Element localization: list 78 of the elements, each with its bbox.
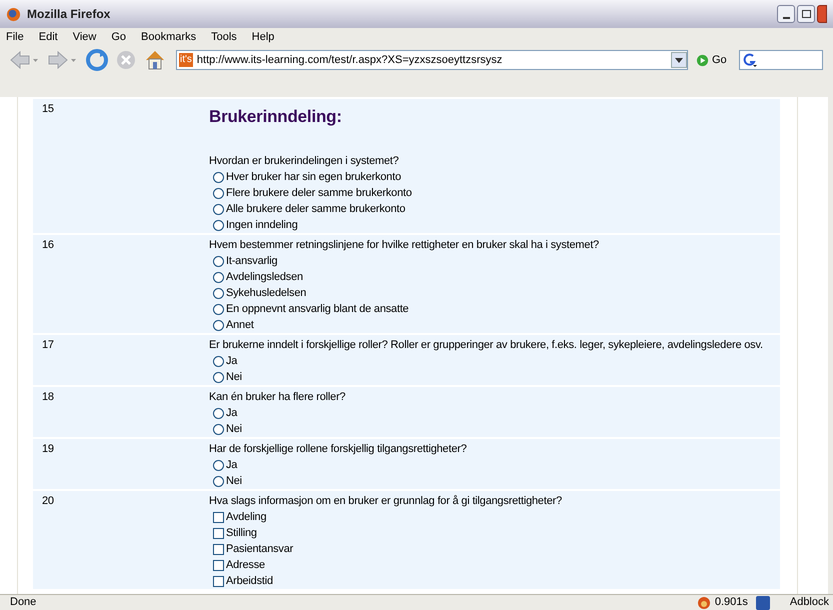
radio-button[interactable]: [213, 288, 224, 298]
radio-button[interactable]: [213, 172, 224, 182]
restore-button[interactable]: [797, 5, 815, 23]
radio-button[interactable]: [213, 256, 224, 266]
option-label[interactable]: Nei: [226, 369, 242, 385]
address-field[interactable]: it's http://www.its-learning.com/test/r.aspx?XS=yzxszsoeyttzsrsysz: [176, 50, 688, 70]
radio-button[interactable]: [213, 272, 224, 282]
option-label[interactable]: En oppnevnt ansvarlig blant de ansatte: [226, 301, 409, 317]
question-text: Hvordan er brukerindelingen i systemet?: [209, 154, 399, 169]
search-field[interactable]: [738, 50, 823, 70]
radio-button[interactable]: [213, 408, 224, 418]
option-label[interactable]: Ja: [226, 353, 238, 369]
option-label[interactable]: Avdeling: [226, 509, 266, 525]
option-label[interactable]: Nei: [226, 421, 242, 437]
radio-button[interactable]: [213, 476, 224, 486]
question-number: 15: [42, 103, 54, 115]
radio-button[interactable]: [213, 304, 224, 314]
extension-label: Adblock: [790, 595, 830, 610]
radio-button[interactable]: [213, 188, 224, 198]
menu-item[interactable]: Go: [111, 28, 126, 46]
radio-button[interactable]: [213, 372, 224, 382]
option-label[interactable]: It-ansvarlig: [226, 253, 278, 269]
load-time: 0.901s: [714, 595, 748, 610]
option-label[interactable]: Adresse: [226, 557, 265, 573]
option-label[interactable]: Flere brukere deler samme brukerkonto: [226, 185, 412, 201]
option-label[interactable]: Pasientansvar: [226, 541, 294, 557]
minimize-button[interactable]: [777, 5, 795, 23]
question-number: 16: [42, 239, 54, 251]
question-number: 17: [42, 339, 54, 351]
option-label[interactable]: Stilling: [226, 525, 257, 541]
radio-button[interactable]: [213, 220, 224, 230]
option-label[interactable]: Alle brukere deler samme brukerkonto: [226, 201, 406, 217]
radio-button[interactable]: [213, 356, 224, 366]
go-button[interactable]: Go: [696, 52, 727, 68]
radio-button[interactable]: [213, 320, 224, 330]
site-icon: it's: [179, 53, 193, 67]
question-text: Kan én bruker ha flere roller?: [209, 390, 346, 405]
radio-button[interactable]: [213, 424, 224, 434]
search-engine-icon: [742, 52, 758, 68]
home-icon[interactable]: [144, 49, 166, 71]
question-number: 18: [42, 391, 54, 403]
option-label[interactable]: Ja: [226, 457, 238, 473]
menu-item[interactable]: Edit: [38, 28, 58, 46]
option-label[interactable]: Ja: [226, 405, 238, 421]
option-label[interactable]: Avdelingsledsen: [226, 269, 303, 285]
radio-button[interactable]: [213, 460, 224, 470]
question-number: 19: [42, 443, 54, 455]
option-label[interactable]: Hver bruker har sin egen brukerkonto: [226, 169, 402, 185]
option-label[interactable]: Ingen inndeling: [226, 217, 298, 233]
menu-item[interactable]: Tools: [211, 28, 237, 46]
checkbox[interactable]: [213, 544, 224, 554]
question-text: Har de forskjellige rollene forskjellig tilgangsrettigheter?: [209, 442, 467, 457]
status-text: Done: [10, 595, 36, 610]
radio-button[interactable]: [213, 204, 224, 214]
section-heading: Brukerinndeling:: [209, 106, 342, 128]
question-text: Hvem bestemmer retningslinjene for hvilke rettigheter en bruker skal ha i systemet?: [209, 238, 599, 253]
checkbox[interactable]: [213, 576, 224, 586]
menu-item[interactable]: File: [6, 28, 24, 46]
question-number: 20: [42, 495, 54, 507]
menu-item[interactable]: View: [72, 28, 96, 46]
question-text: Hva slags informasjon om en bruker er grunnlag for å gi tilgangsrettigheter?: [209, 494, 562, 509]
reload-icon[interactable]: [86, 49, 108, 71]
checkbox[interactable]: [213, 560, 224, 570]
option-label[interactable]: Sykehusledelsen: [226, 285, 306, 301]
menu-item[interactable]: Bookmarks: [141, 28, 196, 46]
question-text: Er brukerne inndelt i forskjellige roller? Roller er grupperinger av brukere, f.eks. leger, sykepleiere, avdelingsledere osv.: [209, 338, 763, 353]
dropdown-button[interactable]: [671, 52, 687, 68]
window-title: Mozilla Firefox: [27, 6, 110, 23]
caret-icon: [675, 58, 683, 62]
menu-item[interactable]: Help: [252, 28, 274, 46]
checkbox[interactable]: [213, 528, 224, 538]
option-label[interactable]: Annet: [226, 317, 254, 333]
play-icon: [696, 54, 709, 66]
globe-icon: [6, 6, 21, 22]
option-label[interactable]: Nei: [226, 473, 242, 489]
checkbox[interactable]: [213, 512, 224, 522]
extension-icon: [756, 596, 770, 610]
option-label[interactable]: Arbeidstid: [226, 573, 273, 589]
